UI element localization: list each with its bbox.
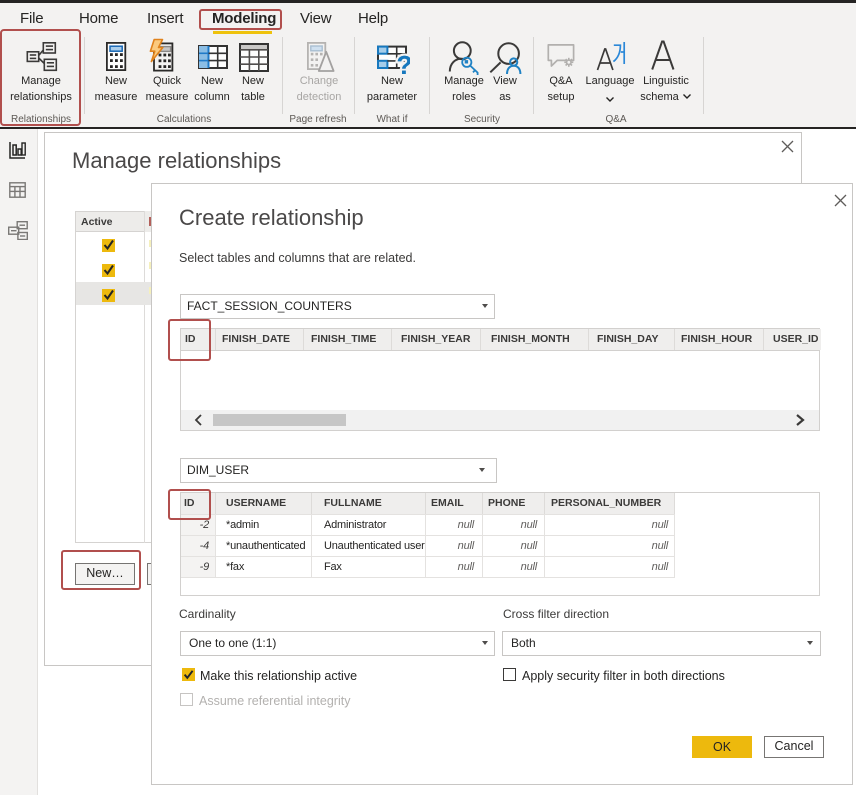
svg-text:?: ? xyxy=(397,50,411,75)
